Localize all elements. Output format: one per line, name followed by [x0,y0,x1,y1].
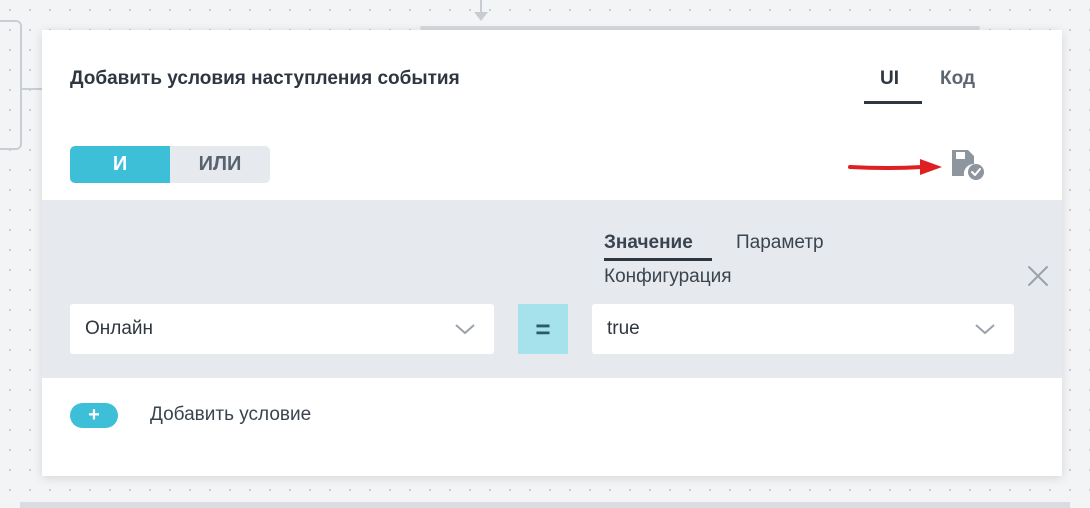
active-tab-underline [864,101,922,104]
condition-row: Значение Параметр Конфигурация Онлайн = … [42,200,1062,378]
logic-or-button[interactable]: ИЛИ [170,146,270,183]
close-icon[interactable] [1026,264,1050,288]
value-source-underline [604,258,712,261]
value-source-tab-value[interactable]: Значение [604,232,693,254]
logic-toggle: И ИЛИ [70,146,270,183]
attribute-select[interactable]: Онлайн [70,304,494,354]
attribute-select-value: Онлайн [85,318,154,339]
node-bottom-edge [20,502,1070,508]
value-source-tab-parameter[interactable]: Параметр [736,232,824,254]
operator-select[interactable]: = [518,304,568,354]
logic-and-button[interactable]: И [70,146,170,183]
flow-connector-arrow [474,12,488,21]
dialog-title: Добавить условия наступления события [70,68,460,89]
value-source-tab-configuration[interactable]: Конфигурация [604,266,732,288]
flow-connector-left [20,88,42,90]
adjacent-flow-node [0,20,22,150]
save-check-icon[interactable] [948,146,988,182]
value-select-value: true [607,318,640,339]
tab-code[interactable]: Код [940,68,975,90]
add-condition-label[interactable]: Добавить условие [150,404,311,426]
condition-editor-panel: Добавить условия наступления события UI … [42,30,1062,476]
value-select[interactable]: true [592,304,1014,354]
tab-ui[interactable]: UI [880,68,899,90]
chevron-down-icon [455,324,475,335]
add-condition-button[interactable]: + [70,403,118,428]
chevron-down-icon [975,324,995,335]
annotation-arrow-icon [848,159,942,175]
